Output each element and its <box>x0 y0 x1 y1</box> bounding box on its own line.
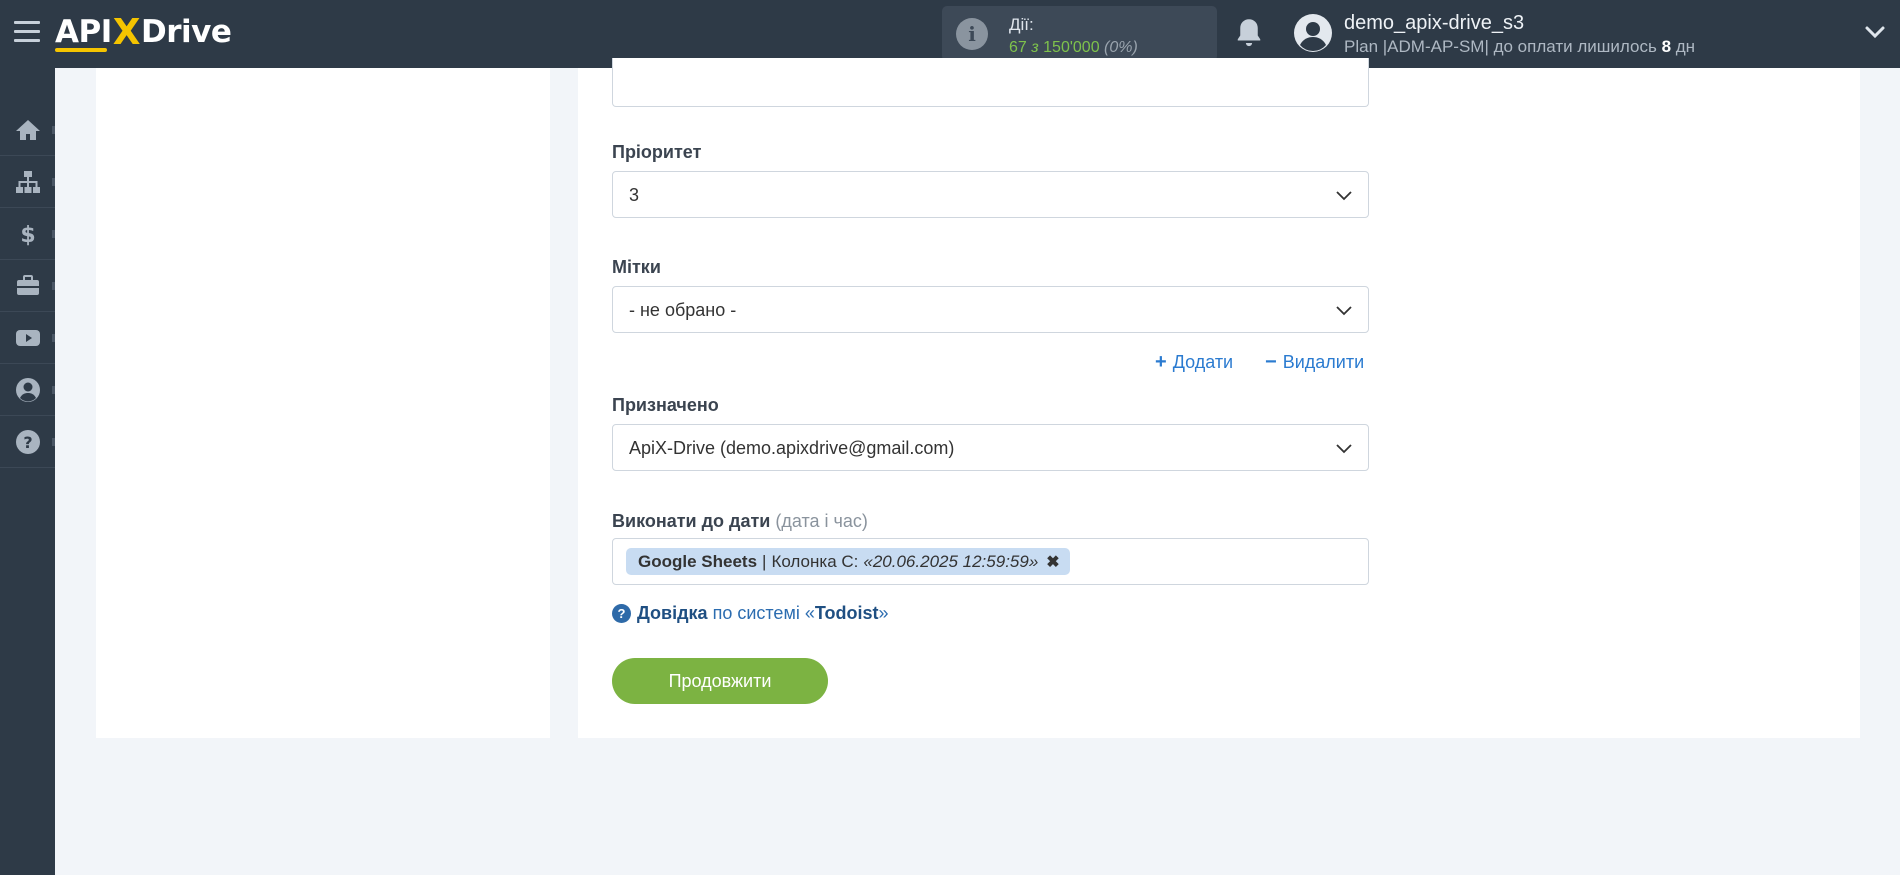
dollar-icon: $ <box>20 223 35 248</box>
actions-count: 67 з 150'000 (0%) <box>1009 39 1138 57</box>
labels-label: Мітки <box>612 257 661 277</box>
user-plan: Plan |ADM-AP-SM| до оплати лишилось 8 дн <box>1344 37 1695 57</box>
labels-select[interactable]: - не обрано - <box>612 286 1369 333</box>
logo[interactable]: API X Drive <box>55 10 232 54</box>
previous-field[interactable] <box>612 58 1369 107</box>
help-icon: ? <box>15 429 40 454</box>
tag-column: Колонка C: <box>771 551 859 571</box>
side-nav: $ ? <box>0 68 55 875</box>
help-link-row: ? Довідка по системі «Todoist» <box>612 603 889 624</box>
minus-icon: − <box>1265 351 1277 373</box>
nav-billing[interactable]: $ <box>0 208 55 260</box>
logo-x: X <box>112 11 141 53</box>
logo-text-left: API <box>55 14 112 50</box>
logo-text-right: Drive <box>141 14 232 50</box>
home-icon <box>15 119 40 140</box>
due-date-label: Виконати до дати (дата і час) <box>612 511 868 532</box>
actions-label: Дії: <box>1009 15 1034 34</box>
continue-button[interactable]: Продовжити <box>612 658 828 704</box>
priority-select[interactable]: 3 <box>612 171 1369 218</box>
svg-text:?: ? <box>23 433 32 452</box>
actions-percent: (0%) <box>1104 39 1138 56</box>
main-panel <box>578 68 1860 738</box>
tag-value: «20.06.2025 12:59:59» <box>863 551 1039 571</box>
briefcase-icon <box>16 274 39 295</box>
nav-services[interactable] <box>0 260 55 312</box>
due-date-field[interactable]: Google Sheets | Колонка C: «20.06.2025 1… <box>612 538 1369 585</box>
chevron-down-icon <box>1336 306 1352 316</box>
plan-days: 8 <box>1661 37 1672 56</box>
nav-home[interactable] <box>0 104 55 156</box>
due-date-label-text: Виконати до дати <box>612 511 771 531</box>
sitemap-icon <box>15 170 40 193</box>
remove-button[interactable]: − Видалити <box>1265 351 1364 374</box>
question-icon: ? <box>612 604 631 623</box>
actions-of: з <box>1031 39 1039 56</box>
user-icon <box>15 377 40 402</box>
priority-value: 3 <box>629 185 640 205</box>
chevron-down-icon <box>1336 444 1352 454</box>
avatar[interactable] <box>1294 14 1332 52</box>
svg-text:$: $ <box>20 223 35 248</box>
remove-label: Видалити <box>1282 352 1365 372</box>
chevron-down-icon[interactable] <box>1864 24 1886 40</box>
assigned-select[interactable]: ApiX-Drive (demo.apixdrive@gmail.com) <box>612 424 1369 471</box>
help-text: по системі « <box>712 603 815 623</box>
nav-help[interactable]: ? <box>0 416 55 468</box>
priority-label: Пріоритет <box>612 142 702 162</box>
plus-icon: + <box>1155 351 1167 373</box>
assigned-label: Призначено <box>612 395 719 415</box>
help-text-end: » <box>878 603 889 623</box>
plan-days-unit: дн <box>1675 37 1696 56</box>
user-name[interactable]: demo_apix-drive_s3 <box>1344 12 1524 35</box>
actions-used: 67 <box>1009 39 1027 56</box>
nav-profile[interactable] <box>0 364 55 416</box>
tag-separator: | <box>762 551 767 571</box>
left-panel <box>96 68 550 738</box>
actions-total: 150'000 <box>1043 39 1100 56</box>
menu-icon[interactable] <box>14 21 40 45</box>
assigned-value: ApiX-Drive (demo.apixdrive@gmail.com) <box>629 438 955 458</box>
help-link[interactable]: Довідка <box>637 603 708 624</box>
bell-icon[interactable] <box>1234 16 1264 50</box>
nav-connections[interactable] <box>0 156 55 208</box>
nav-video[interactable] <box>0 312 55 364</box>
actions-counter: i Дії: 67 з 150'000 (0%) <box>942 6 1217 61</box>
add-button[interactable]: + Додати <box>1155 351 1233 374</box>
due-date-hint: (дата і час) <box>775 511 868 531</box>
labels-value: - не обрано - <box>629 300 737 320</box>
youtube-icon <box>15 329 40 346</box>
add-label: Додати <box>1172 352 1234 372</box>
plan-text: Plan |ADM-AP-SM| до оплати лишилось <box>1344 37 1657 56</box>
help-system-link[interactable]: Todoist <box>815 603 879 624</box>
chevron-down-icon <box>1336 191 1352 201</box>
close-icon[interactable]: ✖ <box>1046 552 1059 572</box>
field-tag: Google Sheets | Колонка C: «20.06.2025 1… <box>626 548 1070 575</box>
info-icon: i <box>956 18 988 50</box>
logo-underline <box>55 48 107 52</box>
tag-source: Google Sheets <box>638 551 758 571</box>
